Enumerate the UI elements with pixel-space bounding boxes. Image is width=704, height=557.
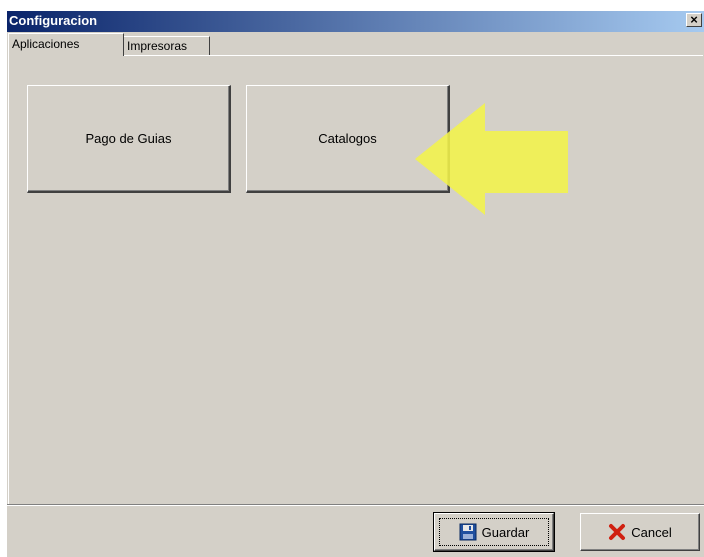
pago-de-guias-button[interactable]: Pago de Guias — [27, 85, 231, 193]
catalogos-label: Catalogos — [318, 131, 377, 146]
catalogos-button[interactable]: Catalogos — [246, 85, 450, 193]
pago-de-guias-label: Pago de Guias — [85, 131, 172, 146]
cancel-label: Cancel — [631, 524, 672, 540]
red-x-icon — [609, 524, 626, 540]
configuracion-dialog: Configuracion × Aplicaciones Impresoras … — [7, 11, 704, 557]
tab-aplicaciones[interactable]: Aplicaciones — [8, 33, 124, 56]
cancel-button[interactable]: Cancel — [580, 513, 700, 551]
close-button[interactable]: × — [686, 13, 702, 27]
guardar-button[interactable]: Guardar — [433, 512, 555, 552]
title-bar[interactable]: Configuracion × — [7, 11, 704, 32]
window-title: Configuracion — [9, 13, 98, 28]
focus-rect — [439, 518, 549, 546]
close-icon: × — [690, 12, 698, 27]
tab-impresoras[interactable]: Impresoras — [124, 36, 210, 56]
